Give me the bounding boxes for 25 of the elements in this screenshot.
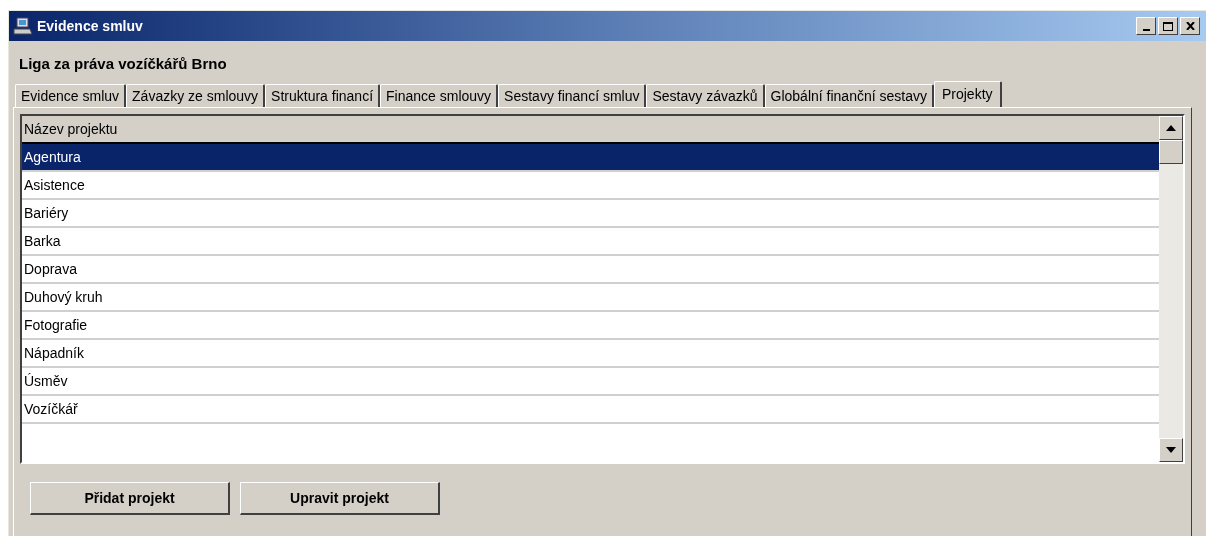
minimize-button[interactable]	[1136, 17, 1156, 35]
tab[interactable]: Globální finanční sestavy	[764, 84, 934, 107]
computer-icon	[13, 17, 33, 35]
up-arrow-icon	[1166, 125, 1176, 131]
table-row[interactable]: Agentura	[22, 144, 1159, 172]
organization-name: Liga za práva vozíčkářů Brno	[19, 54, 228, 73]
tab[interactable]: Sestavy závazků	[646, 84, 765, 107]
maximize-button[interactable]	[1158, 17, 1178, 35]
action-button[interactable]: Přidat projekt	[30, 482, 230, 515]
scroll-down-button[interactable]	[1159, 438, 1183, 462]
close-button[interactable]	[1180, 17, 1200, 35]
action-button[interactable]: Upravit projekt	[240, 482, 440, 515]
tab[interactable]: Závazky ze smlouvy	[126, 84, 266, 107]
tab[interactable]: Finance smlouvy	[380, 84, 499, 107]
tab[interactable]: Struktura financí	[265, 84, 381, 107]
scrollbar[interactable]	[1159, 116, 1183, 462]
window-title: Evidence smluv	[37, 16, 143, 36]
scroll-up-button[interactable]	[1159, 116, 1183, 140]
scroll-thumb[interactable]	[1159, 140, 1183, 164]
down-arrow-icon	[1166, 447, 1176, 453]
column-header[interactable]: Název projektu	[22, 116, 1159, 144]
tab[interactable]: Projekty	[933, 81, 1002, 107]
close-icon	[1185, 22, 1195, 30]
tab[interactable]: Sestavy financí smluv	[498, 84, 647, 107]
tab[interactable]: Evidence smluv	[15, 84, 127, 107]
